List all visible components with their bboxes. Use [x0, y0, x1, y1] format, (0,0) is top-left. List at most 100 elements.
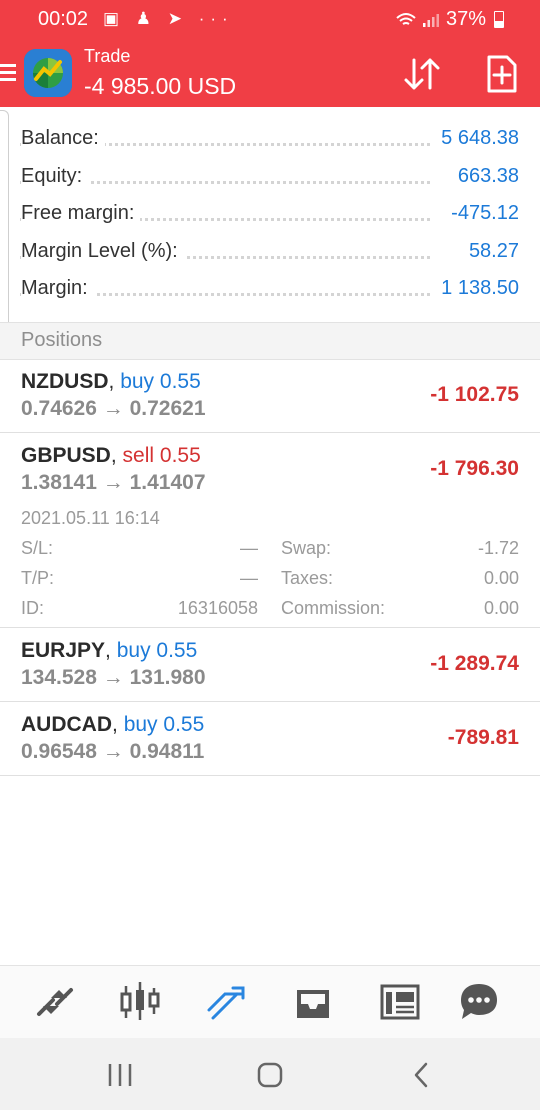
free-margin-value: -475.12 — [443, 202, 519, 225]
margin-level-value: 58.27 — [460, 239, 519, 263]
arrow-icon: → — [102, 740, 124, 763]
balance-value: 5 648.38 — [433, 127, 519, 150]
bottom-tab-bar — [0, 965, 540, 1039]
news-icon — [380, 984, 420, 1020]
margin-row: Margin: 1 138.50 — [0, 269, 540, 307]
margin-value: 1 138.50 — [433, 277, 519, 300]
id-label: ID: — [21, 598, 45, 618]
tab-messages[interactable] — [455, 980, 503, 1024]
position-profit: -1 289.74 — [430, 652, 519, 675]
recent-apps-button[interactable] — [100, 1060, 140, 1090]
separator: , — [108, 370, 115, 393]
status-time: 00:02 — [38, 8, 89, 30]
sl-label: S/L: — [21, 538, 54, 558]
open-price: 134.528 — [21, 666, 97, 689]
positions-header: Positions — [0, 322, 540, 360]
position-type: buy — [123, 713, 158, 736]
arrow-icon: → — [102, 397, 124, 420]
open-price: 1.38141 — [21, 471, 97, 494]
position-row[interactable]: EURJPY, buy 0.55 134.528 → 131.980 -1 28… — [0, 628, 540, 702]
commission-label: Commission: — [281, 598, 386, 618]
quotes-icon — [37, 988, 73, 1016]
position-profit: -1 796.30 — [430, 457, 519, 480]
free-margin-label: Free margin: — [21, 202, 141, 225]
current-price: 0.72621 — [129, 397, 206, 420]
metatrader-logo-icon — [24, 49, 72, 97]
position-symbol: GBPUSD — [21, 444, 111, 467]
separator: , — [105, 639, 111, 662]
position-title: GBPUSD, sell 0.55 — [21, 444, 201, 468]
balance-label: Balance: — [21, 127, 105, 150]
swap-label: Swap: — [281, 538, 332, 558]
separator: , — [110, 444, 117, 467]
arrow-icon: → — [102, 666, 124, 689]
notification-icons: ▣ ♟ ➤ ··· — [103, 9, 234, 28]
tab-trade[interactable] — [203, 980, 251, 1024]
position-type: sell — [122, 444, 155, 467]
position-row[interactable]: NZDUSD, buy 0.55 0.74626 → 0.72621 -1 10… — [0, 359, 540, 433]
margin-level-label: Margin Level (%): — [21, 239, 184, 263]
app-header: 00:02 ▣ ♟ ➤ ··· 37% Trade -4 985.00 USD — [0, 0, 540, 107]
position-title: NZDUSD, buy 0.55 — [21, 370, 201, 394]
app-title: Trade — [84, 46, 131, 66]
status-bar: 00:02 ▣ ♟ ➤ ··· 37% — [0, 0, 540, 38]
position-volume: 0.55 — [159, 370, 201, 393]
open-time: 2021.05.11 16:14 — [21, 508, 160, 528]
sl-value: — — [240, 538, 258, 558]
arrow-icon: → — [102, 471, 124, 494]
open-price: 0.74626 — [21, 397, 97, 420]
equity-label: Equity: — [21, 164, 89, 188]
chart-icon — [120, 982, 160, 1020]
battery-percent: 37% — [445, 8, 486, 30]
tab-news[interactable] — [376, 980, 424, 1024]
position-profit: -1 102.75 — [430, 383, 519, 406]
sort-button[interactable] — [400, 52, 444, 96]
position-symbol: AUDCAD — [21, 713, 112, 736]
taxes-label: Taxes: — [281, 568, 334, 588]
current-price: 131.980 — [129, 666, 206, 689]
position-prices: 0.74626 → 0.72621 — [21, 397, 206, 421]
position-row[interactable]: AUDCAD, buy 0.55 0.96548 → 0.94811 -789.… — [0, 702, 540, 776]
wifi-icon — [396, 12, 416, 25]
position-type: buy — [120, 370, 155, 393]
history-icon — [297, 990, 329, 1018]
tab-quotes[interactable] — [31, 980, 79, 1024]
position-prices: 134.528 → 131.980 — [21, 666, 206, 690]
id-value: 16316058 — [177, 598, 258, 618]
signal-icon — [422, 13, 439, 27]
swap-value: -1.72 — [477, 538, 519, 558]
equity-row: Equity: 663.38 — [0, 157, 540, 195]
tab-history[interactable] — [289, 980, 337, 1024]
messages-icon — [461, 984, 497, 1019]
sort-icon — [404, 58, 440, 90]
position-symbol: EURJPY — [21, 639, 106, 662]
equity-value: 663.38 — [449, 164, 519, 188]
position-title: AUDCAD, buy 0.55 — [21, 713, 204, 737]
current-price: 1.41407 — [129, 471, 206, 494]
separator: , — [112, 713, 118, 736]
tp-label: T/P: — [21, 568, 55, 588]
position-type: buy — [116, 639, 151, 662]
account-summary: Balance: 5 648.38 Equity: 663.38 Free ma… — [0, 119, 540, 307]
home-icon — [257, 1062, 283, 1088]
margin-label: Margin: — [21, 277, 94, 300]
position-prices: 0.96548 → 0.94811 — [21, 740, 204, 764]
position-title: EURJPY, buy 0.55 — [21, 639, 197, 663]
position-prices: 1.38141 → 1.41407 — [21, 471, 206, 495]
positions-title: Positions — [21, 329, 103, 351]
recent-apps-icon — [108, 1064, 132, 1086]
tab-chart[interactable] — [116, 980, 164, 1024]
position-row-expanded[interactable]: GBPUSD, sell 0.55 1.38141 → 1.41407 -1 7… — [0, 433, 540, 628]
new-order-button[interactable] — [480, 52, 524, 96]
home-button[interactable] — [250, 1060, 290, 1090]
new-document-icon — [487, 55, 517, 93]
taxes-value: 0.00 — [483, 568, 519, 588]
menu-icon[interactable] — [0, 60, 16, 86]
back-button[interactable] — [402, 1060, 442, 1090]
status-right: 37% — [396, 8, 504, 31]
balance-row: Balance: 5 648.38 — [0, 119, 540, 157]
back-icon — [414, 1062, 428, 1088]
free-margin-row: Free margin: -475.12 — [0, 194, 540, 232]
system-nav-bar — [0, 1038, 540, 1110]
position-volume: 0.55 — [163, 713, 205, 736]
